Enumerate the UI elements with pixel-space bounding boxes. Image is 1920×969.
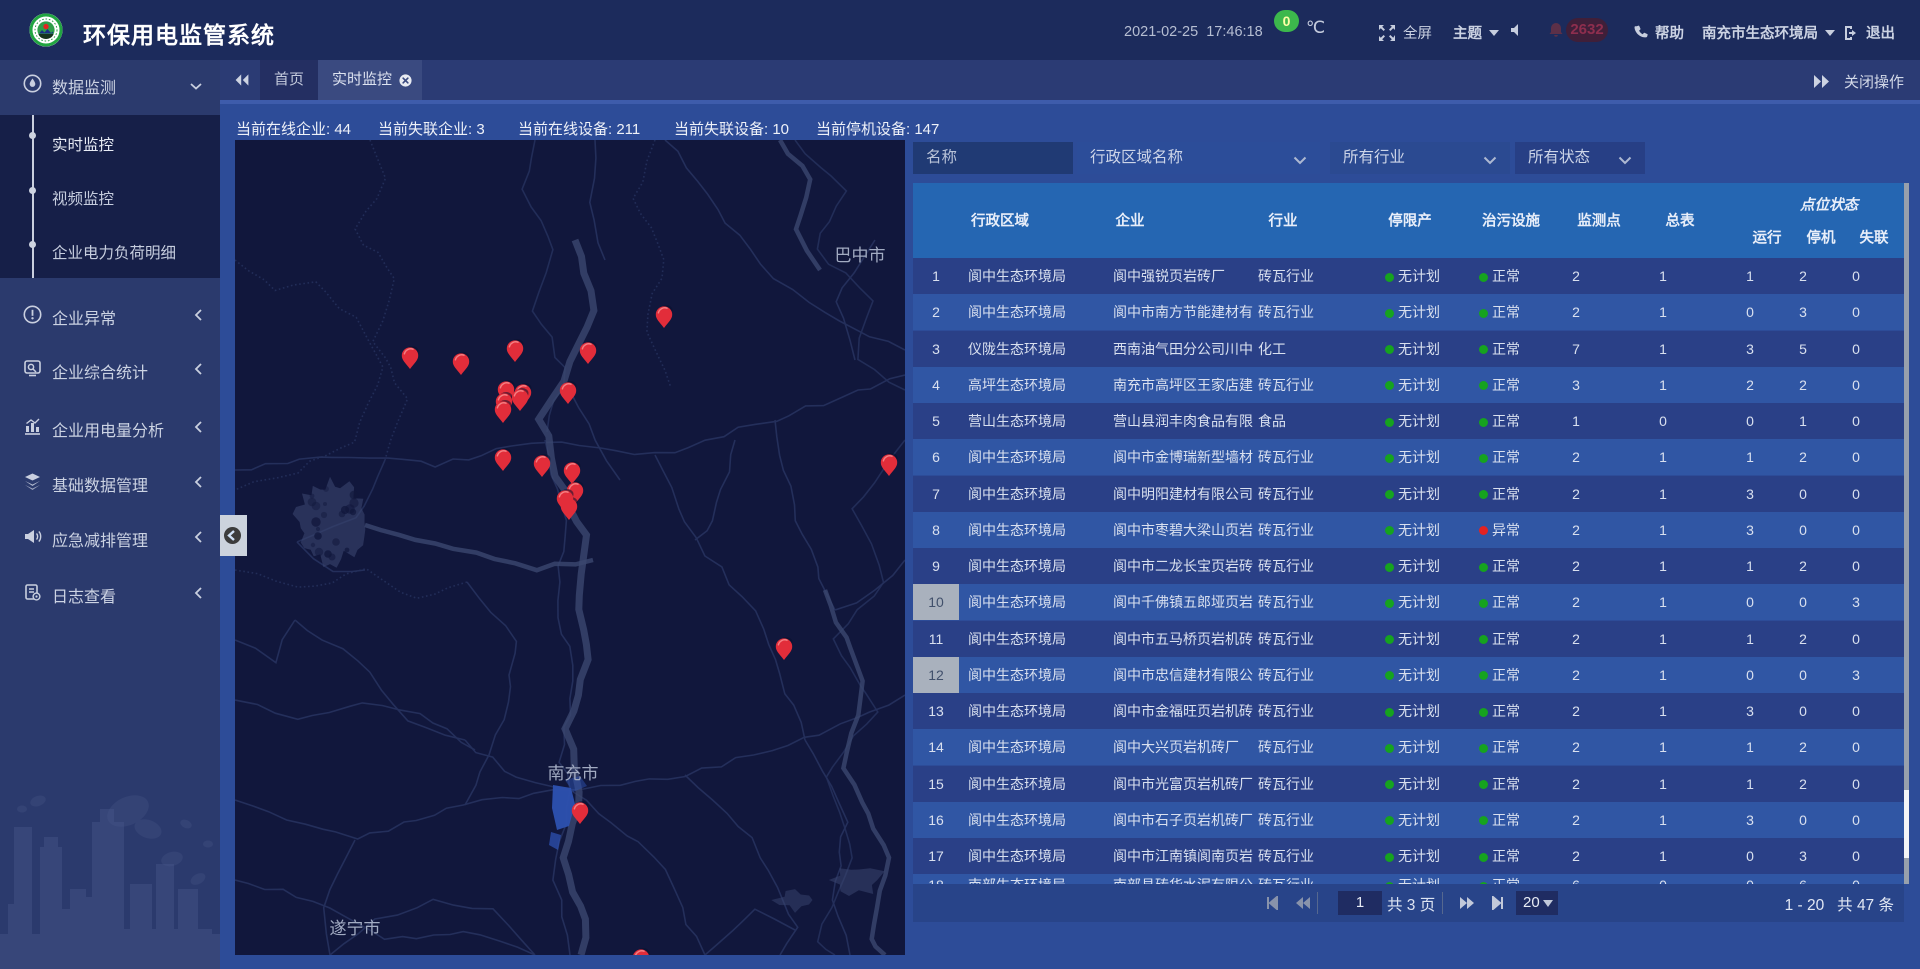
svg-text:巴中市: 巴中市 <box>835 246 886 265</box>
svg-text:遂宁市: 遂宁市 <box>330 919 381 938</box>
svg-text:南充市: 南充市 <box>548 764 599 783</box>
